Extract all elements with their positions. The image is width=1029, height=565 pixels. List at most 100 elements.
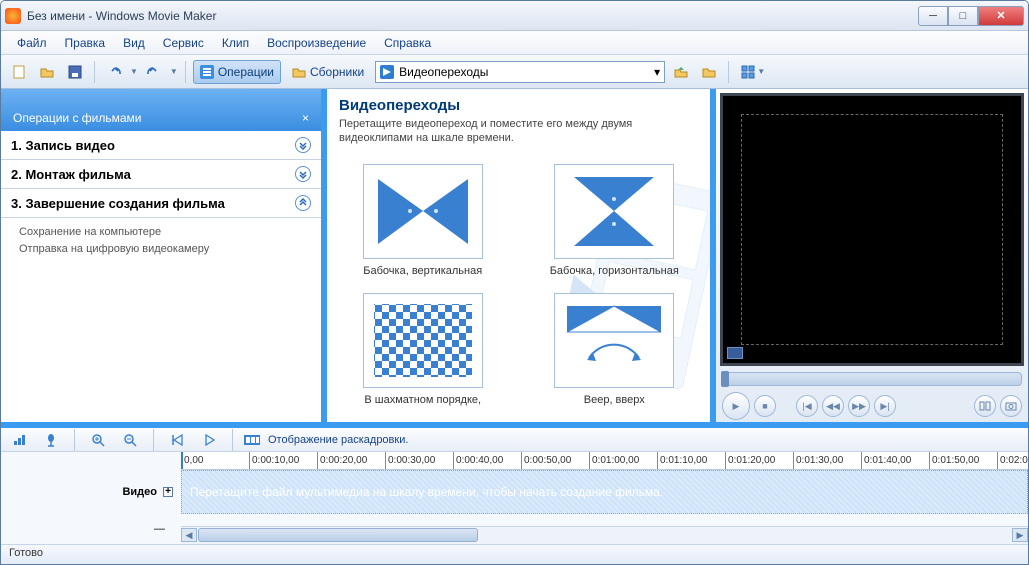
- prev-button[interactable]: |◀: [796, 395, 818, 417]
- menu-help[interactable]: Справка: [376, 33, 439, 53]
- collapse-icon[interactable]: [295, 195, 311, 211]
- transition-butterfly-horizontal[interactable]: Бабочка, горизонтальная: [533, 164, 697, 277]
- transition-label: Веер, вверх: [533, 394, 697, 406]
- split-button[interactable]: [974, 395, 996, 417]
- playback-controls: ▶ ■ |◀ ◀◀ ▶▶ ▶|: [716, 390, 1028, 422]
- track-expand-icon[interactable]: +: [163, 487, 173, 497]
- timeline-scrollbar[interactable]: ◀ ▶: [181, 526, 1028, 544]
- view-mode-button[interactable]: ▼: [736, 60, 770, 84]
- ruler-tick: 0:01:50,00: [929, 452, 997, 469]
- subtask-save-computer[interactable]: Сохранение на компьютере: [19, 224, 303, 241]
- preview-monitor[interactable]: [720, 93, 1024, 366]
- expand-icon[interactable]: [295, 137, 311, 153]
- statusbar: Готово: [1, 544, 1028, 564]
- ruler-tick: 0:00:30,00: [385, 452, 453, 469]
- tl-play-button[interactable]: [197, 428, 221, 452]
- scroll-thumb[interactable]: [198, 528, 478, 542]
- play-button[interactable]: ▶: [722, 392, 750, 420]
- transition-label: Бабочка, горизонтальная: [533, 265, 697, 277]
- timeline-levels-button[interactable]: [7, 428, 31, 452]
- menu-edit[interactable]: Правка: [57, 33, 114, 53]
- seek-knob[interactable]: [721, 371, 729, 387]
- ruler-tick: 0:00:50,00: [521, 452, 589, 469]
- close-button[interactable]: ✕: [978, 6, 1024, 26]
- video-label-text: Видео: [122, 486, 157, 498]
- undo-button[interactable]: [102, 60, 126, 84]
- tasks-close-button[interactable]: ×: [302, 111, 309, 125]
- video-track[interactable]: Перетащите файл мультимедиа на шкалу вре…: [181, 470, 1028, 514]
- ruler-tick: 0:01:20,00: [725, 452, 793, 469]
- preview-pane: ▶ ■ |◀ ◀◀ ▶▶ ▶|: [716, 89, 1028, 422]
- titlebar[interactable]: Без имени - Windows Movie Maker ─ □ ✕: [1, 1, 1028, 31]
- save-button[interactable]: [63, 60, 87, 84]
- forward-button[interactable]: ▶▶: [848, 395, 870, 417]
- tasks-header: Операции с фильмами ×: [1, 89, 321, 131]
- main-area: Операции с фильмами × 1. Запись видео 2.…: [1, 89, 1028, 422]
- task-edit-movie[interactable]: 2. Монтаж фильма: [1, 160, 321, 189]
- collection-subtitle: Перетащите видеопереход и поместите его …: [339, 117, 659, 146]
- tasks-title: Операции с фильмами: [13, 111, 142, 125]
- folder-icon: [292, 65, 306, 79]
- narrate-button[interactable]: [39, 428, 63, 452]
- minimize-button[interactable]: ─: [918, 6, 948, 26]
- collection-title: Видеопереходы: [339, 97, 698, 114]
- menu-clip[interactable]: Клип: [214, 33, 257, 53]
- task-label: 2. Монтаж фильма: [11, 167, 131, 182]
- menu-play[interactable]: Воспроизведение: [259, 33, 374, 53]
- transition-label: Бабочка, вертикальная: [341, 265, 505, 277]
- tl-rewind-button[interactable]: [165, 428, 189, 452]
- video-track-hint: Перетащите файл мультимедиа на шкалу вре…: [190, 485, 663, 499]
- ruler-tick: 0:01:00,00: [589, 452, 657, 469]
- transition-butterfly-vertical[interactable]: Бабочка, вертикальная: [341, 164, 505, 277]
- timeline-ruler[interactable]: 0,00 0:00:10,00 0:00:20,00 0:00:30,00 0:…: [181, 452, 1028, 470]
- scroll-left-button[interactable]: ◀: [181, 528, 197, 542]
- open-button[interactable]: [35, 60, 59, 84]
- scroll-right-button[interactable]: ▶: [1012, 528, 1028, 542]
- snapshot-button[interactable]: [1000, 395, 1022, 417]
- seek-bar[interactable]: [722, 372, 1022, 386]
- task-label: 1. Запись видео: [11, 138, 115, 153]
- fullscreen-button[interactable]: [727, 347, 743, 359]
- storyboard-toggle[interactable]: Отображение раскадровки.: [268, 434, 408, 446]
- window-title: Без имени - Windows Movie Maker: [27, 9, 918, 23]
- up-folder-button[interactable]: [669, 60, 693, 84]
- zoom-out-button[interactable]: [118, 428, 142, 452]
- menu-file[interactable]: Файл: [9, 33, 55, 53]
- video-track-label: Видео +: [1, 470, 181, 514]
- chevron-down-icon: ▾: [654, 65, 660, 79]
- transition-checkerboard[interactable]: В шахматном порядке,: [341, 293, 505, 406]
- storyboard-icon: [244, 433, 260, 447]
- ruler-tick: 0,00: [181, 452, 249, 469]
- collections-toggle[interactable]: Сборники: [285, 60, 371, 84]
- transition-fan-up[interactable]: Веер, вверх: [533, 293, 697, 406]
- playhead[interactable]: [181, 452, 183, 470]
- maximize-button[interactable]: □: [948, 6, 978, 26]
- new-button[interactable]: [7, 60, 31, 84]
- status-text: Готово: [9, 547, 43, 559]
- task-capture-video[interactable]: 1. Запись видео: [1, 131, 321, 160]
- ruler-tick: 0:00:40,00: [453, 452, 521, 469]
- subtask-send-camera[interactable]: Отправка на цифровую видеокамеру: [19, 241, 303, 258]
- new-folder-button[interactable]: [697, 60, 721, 84]
- menubar: Файл Правка Вид Сервис Клип Воспроизведе…: [1, 31, 1028, 55]
- collection-dropdown[interactable]: Видеопереходы ▾: [375, 61, 665, 83]
- ruler-tick: 0:01:30,00: [793, 452, 861, 469]
- zoom-in-button[interactable]: [86, 428, 110, 452]
- ruler-tick: 0:00:10,00: [249, 452, 317, 469]
- app-window: Без имени - Windows Movie Maker ─ □ ✕ Фа…: [0, 0, 1029, 565]
- rewind-button[interactable]: ◀◀: [822, 395, 844, 417]
- expand-icon[interactable]: [295, 166, 311, 182]
- redo-button[interactable]: [142, 60, 166, 84]
- transitions-icon: [380, 65, 394, 79]
- operations-toggle[interactable]: Операции: [193, 60, 281, 84]
- tasks-icon: [200, 65, 214, 79]
- menu-view[interactable]: Вид: [115, 33, 153, 53]
- stop-button[interactable]: ■: [754, 395, 776, 417]
- task-finish-movie[interactable]: 3. Завершение создания фильма: [1, 189, 321, 218]
- collection-pane: Видеопереходы Перетащите видеопереход и …: [321, 89, 716, 422]
- subtasks: Сохранение на компьютере Отправка на циф…: [1, 218, 321, 263]
- menu-tools[interactable]: Сервис: [155, 33, 212, 53]
- collections-label: Сборники: [310, 65, 364, 79]
- next-button[interactable]: ▶|: [874, 395, 896, 417]
- transition-label: В шахматном порядке,: [341, 394, 505, 406]
